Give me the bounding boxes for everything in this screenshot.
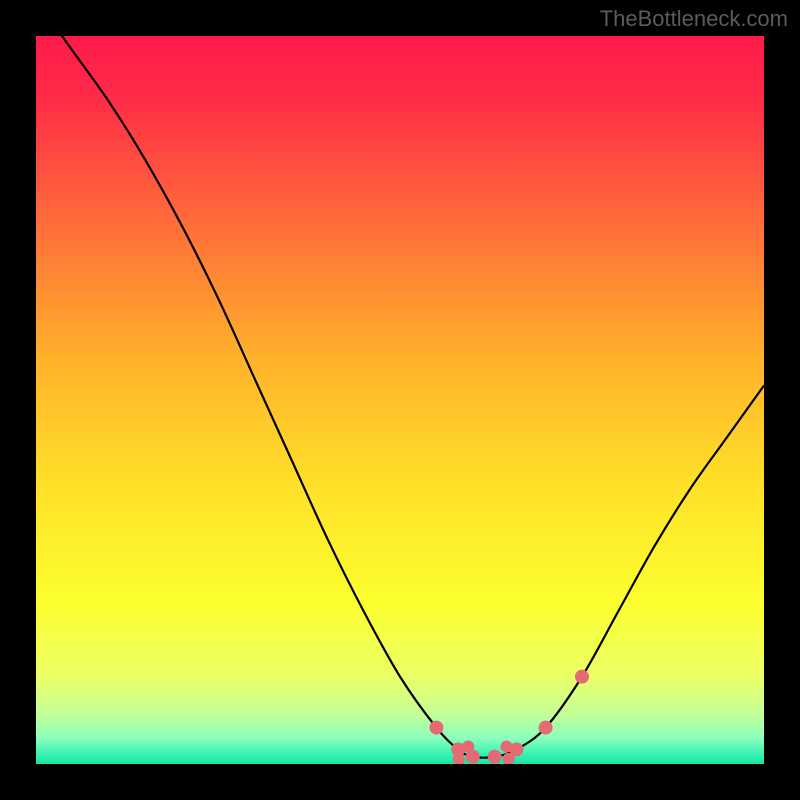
curve-dot <box>575 670 589 684</box>
curve-dot <box>539 721 553 735</box>
curve-dot <box>462 740 474 752</box>
curve-dot <box>429 721 443 735</box>
watermark-text: TheBottleneck.com <box>600 6 788 32</box>
curve-dot <box>488 750 502 764</box>
chart-frame <box>36 36 764 764</box>
chart-background <box>36 36 764 764</box>
chart-svg <box>36 36 764 764</box>
curve-dot <box>500 740 512 752</box>
